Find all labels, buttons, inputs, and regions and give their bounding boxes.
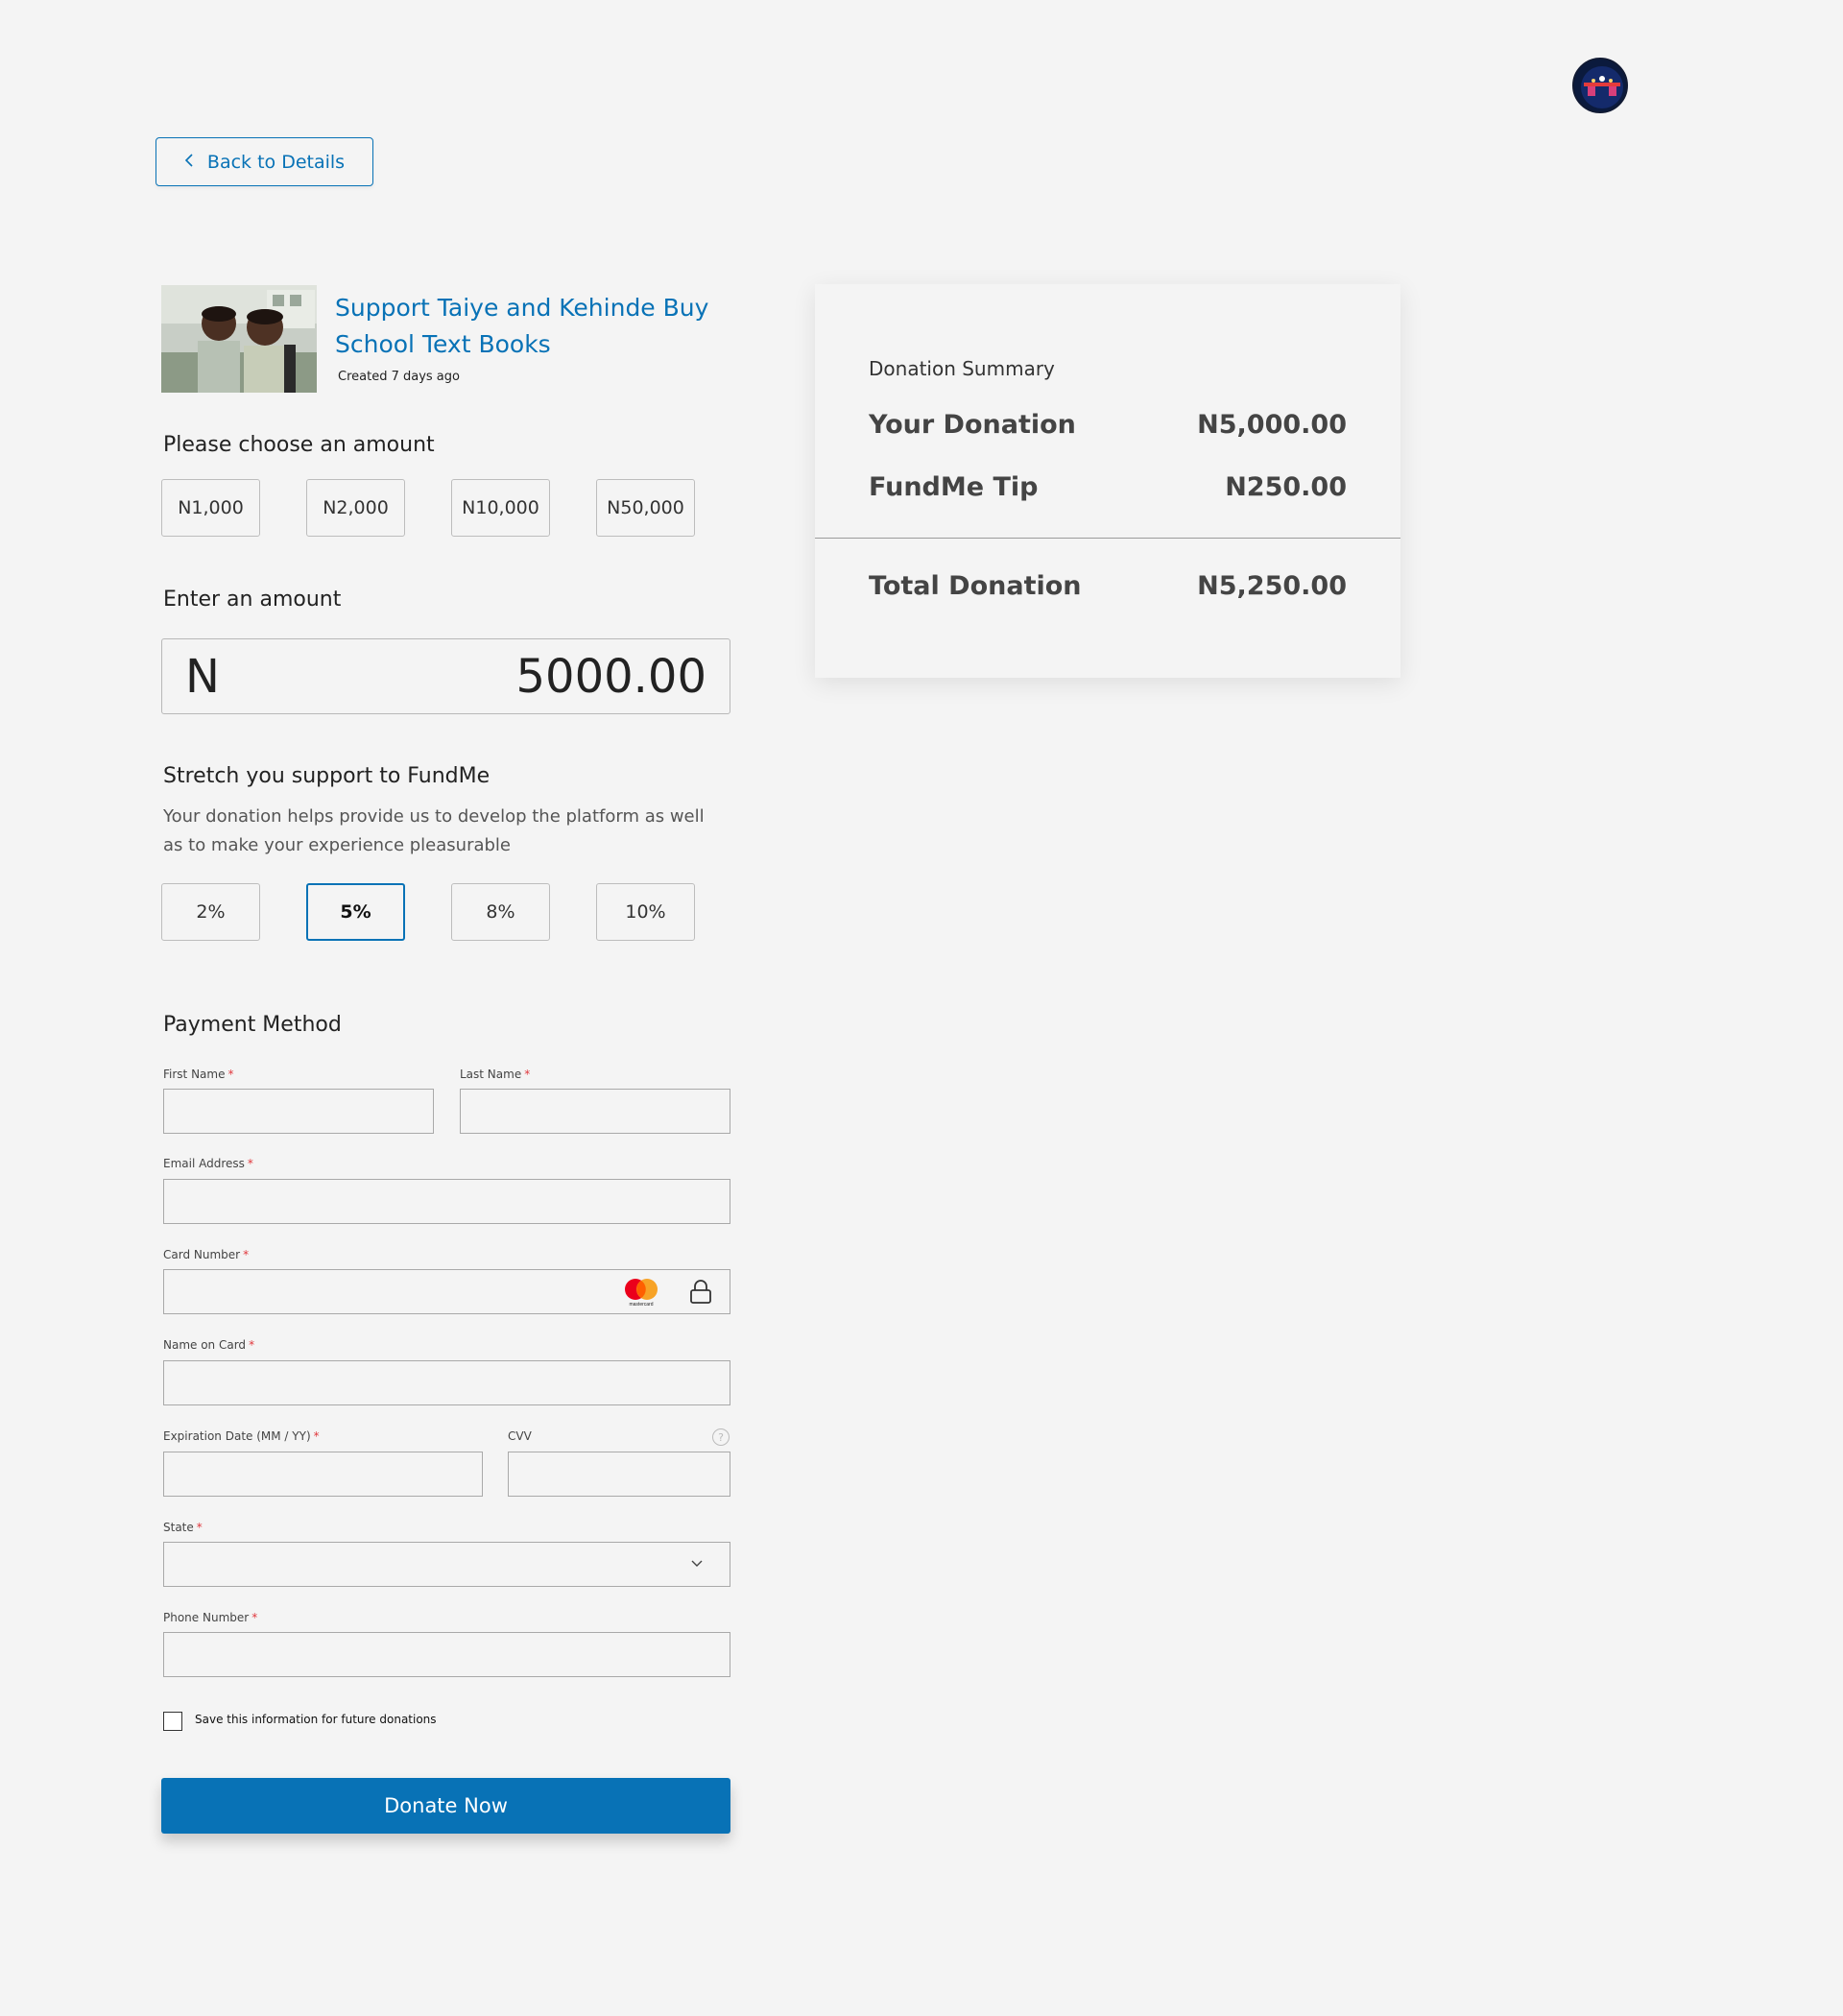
summary-row-your-donation: Your Donation N5,000.00 xyxy=(869,410,1347,440)
summary-total-label: Total Donation xyxy=(869,571,1082,601)
donation-summary-title: Donation Summary xyxy=(869,357,1055,380)
currency-symbol: N xyxy=(185,649,220,704)
summary-row-fundme-tip: FundMe Tip N250.00 xyxy=(869,472,1347,502)
expiration-date-label: Expiration Date (MM / YY) * xyxy=(163,1429,320,1443)
state-label: State * xyxy=(163,1521,203,1534)
donation-summary-card: Donation Summary Your Donation N5,000.00… xyxy=(815,284,1400,678)
email-field[interactable] xyxy=(163,1179,730,1224)
last-name-field[interactable] xyxy=(460,1089,730,1134)
back-to-details-button[interactable]: Back to Details xyxy=(156,137,373,186)
tip-option-8[interactable]: 8% xyxy=(451,883,550,941)
stretch-support-description: Your donation helps provide us to develo… xyxy=(163,806,705,855)
chevron-left-icon xyxy=(184,152,194,172)
expiration-date-field[interactable] xyxy=(163,1452,483,1497)
cvv-label: CVV xyxy=(508,1429,532,1443)
card-number-label: Card Number * xyxy=(163,1248,250,1261)
question-circle-icon[interactable]: ? xyxy=(712,1428,730,1446)
first-name-label: First Name * xyxy=(163,1068,234,1081)
summary-divider xyxy=(815,538,1400,539)
lock-icon xyxy=(689,1280,712,1308)
amount-value: 5000.00 xyxy=(515,649,707,704)
amount-input[interactable]: N 5000.00 xyxy=(161,638,730,714)
state-select[interactable] xyxy=(163,1542,730,1587)
user-avatar-photo xyxy=(1574,60,1626,111)
last-name-label: Last Name * xyxy=(460,1068,531,1081)
amount-option-1000[interactable]: N1,000 xyxy=(161,479,260,537)
tip-option-10[interactable]: 10% xyxy=(596,883,695,941)
enter-amount-heading: Enter an amount xyxy=(163,588,342,612)
user-avatar[interactable] xyxy=(1572,58,1628,113)
first-name-field[interactable] xyxy=(163,1089,434,1134)
summary-row-label: FundMe Tip xyxy=(869,472,1039,502)
email-label: Email Address * xyxy=(163,1157,253,1170)
required-marker: * xyxy=(196,1521,203,1534)
chevron-down-icon xyxy=(691,1556,703,1572)
phone-number-label: Phone Number * xyxy=(163,1611,258,1624)
summary-total-value: N5,250.00 xyxy=(1197,571,1347,601)
required-marker: * xyxy=(524,1068,531,1081)
phone-number-field[interactable] xyxy=(163,1632,730,1677)
save-info-label: Save this information for future donatio… xyxy=(195,1713,437,1726)
tip-option-2[interactable]: 2% xyxy=(161,883,260,941)
mastercard-icon: mastercard xyxy=(622,1277,660,1311)
amount-option-10000[interactable]: N10,000 xyxy=(451,479,550,537)
payment-method-heading: Payment Method xyxy=(163,1013,342,1037)
amount-option-2000[interactable]: N2,000 xyxy=(306,479,405,537)
required-marker: * xyxy=(247,1157,253,1170)
back-to-details-label: Back to Details xyxy=(206,151,346,173)
campaign-created-date: Created 7 days ago xyxy=(338,370,460,384)
name-on-card-field[interactable] xyxy=(163,1360,730,1405)
svg-text:mastercard: mastercard xyxy=(629,1302,653,1308)
tip-option-5[interactable]: 5% xyxy=(306,883,405,941)
choose-amount-heading: Please choose an amount xyxy=(163,433,435,457)
required-marker: * xyxy=(243,1248,250,1261)
required-marker: * xyxy=(313,1429,320,1443)
required-marker: * xyxy=(227,1068,234,1081)
stretch-support-heading: Stretch you support to FundMe xyxy=(163,764,491,788)
card-number-field[interactable]: mastercard xyxy=(163,1269,730,1314)
campaign-title[interactable]: Support Taiye and Kehinde Buy School Tex… xyxy=(335,290,738,363)
amount-option-50000[interactable]: N50,000 xyxy=(596,479,695,537)
summary-row-value: N250.00 xyxy=(1225,472,1347,502)
summary-row-label: Your Donation xyxy=(869,410,1076,440)
save-info-checkbox[interactable] xyxy=(163,1712,182,1731)
name-on-card-label: Name on Card * xyxy=(163,1338,255,1352)
donate-now-button[interactable]: Donate Now xyxy=(161,1778,730,1834)
cvv-field[interactable] xyxy=(508,1452,730,1497)
summary-row-value: N5,000.00 xyxy=(1197,410,1347,440)
summary-row-total: Total Donation N5,250.00 xyxy=(869,571,1347,601)
required-marker: * xyxy=(251,1611,258,1624)
campaign-photo xyxy=(161,285,317,393)
required-marker: * xyxy=(249,1338,255,1352)
